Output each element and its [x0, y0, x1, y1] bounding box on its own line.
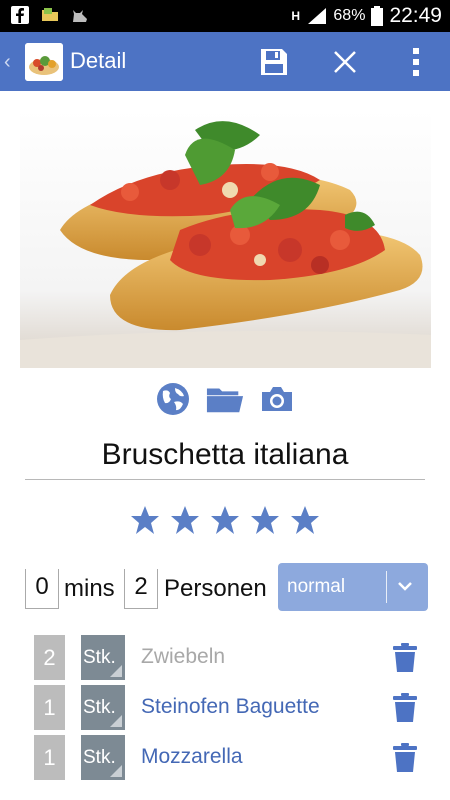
star-icon[interactable] — [290, 505, 320, 535]
recipe-photo[interactable] — [20, 110, 431, 368]
ingredient-row: 2 Stk. Zwiebeln — [0, 635, 450, 681]
star-icon[interactable] — [130, 505, 160, 535]
star-icon[interactable] — [170, 505, 200, 535]
persons-input[interactable]: 2 — [124, 569, 158, 609]
star-icon[interactable] — [250, 505, 280, 535]
dropdown-divider — [386, 571, 387, 603]
globe-icon — [157, 383, 189, 415]
camera-icon — [262, 387, 292, 411]
more-vert-icon — [413, 48, 419, 76]
persons-label: Personen — [164, 575, 267, 602]
gallery-image-button[interactable] — [206, 380, 244, 418]
time-input[interactable]: 0 — [25, 569, 59, 609]
back-chevron-icon[interactable]: ‹ — [4, 51, 11, 74]
close-icon — [334, 51, 356, 73]
ingredient-quantity[interactable]: 1 — [34, 685, 65, 730]
notification-icons — [10, 5, 90, 25]
ingredient-unit[interactable]: Stk. — [81, 735, 125, 780]
ingredient-name[interactable]: Steinofen Baguette — [141, 695, 320, 719]
page-title: Detail — [70, 48, 127, 73]
save-button[interactable] — [252, 40, 296, 84]
ingredient-name[interactable]: Zwiebeln — [141, 645, 225, 669]
app-bar: ‹ Detail — [0, 32, 450, 91]
folder-icon — [42, 8, 58, 21]
difficulty-dropdown[interactable]: normal — [278, 563, 428, 611]
trash-icon[interactable] — [392, 743, 418, 773]
ingredient-quantity[interactable]: 2 — [34, 635, 65, 680]
dropdown-corner-icon — [110, 765, 122, 777]
ingredient-unit[interactable]: Stk. — [81, 635, 125, 680]
dropdown-corner-icon — [110, 715, 122, 727]
battery-percent: 68% — [333, 7, 366, 24]
trash-icon[interactable] — [392, 643, 418, 673]
app-logo[interactable] — [25, 43, 63, 81]
web-image-button[interactable] — [154, 380, 192, 418]
close-button[interactable] — [323, 40, 367, 84]
clock: 22:49 — [389, 4, 442, 27]
cat-icon — [73, 10, 87, 22]
chevron-down-icon — [398, 582, 412, 591]
signal-icon — [308, 8, 327, 24]
ingredient-quantity[interactable]: 1 — [34, 735, 65, 780]
dropdown-corner-icon — [110, 665, 122, 677]
save-icon — [261, 49, 287, 75]
status-indicators: H 68% 22:49 — [291, 0, 442, 32]
ingredient-name[interactable]: Mozzarella — [141, 745, 243, 769]
ingredient-unit[interactable]: Stk. — [81, 685, 125, 730]
recipe-title-field[interactable]: Bruschetta italiana — [25, 430, 425, 480]
ingredient-row: 1 Stk. Mozzarella — [0, 735, 450, 781]
recipe-meta-row: 0 mins 2 Personen normal — [0, 563, 450, 611]
overflow-menu-button[interactable] — [394, 40, 438, 84]
camera-image-button[interactable] — [258, 380, 296, 418]
star-icon[interactable] — [210, 505, 240, 535]
image-source-bar — [0, 380, 450, 418]
status-bar: H 68% 22:49 — [0, 0, 450, 32]
ingredient-row: 1 Stk. Steinofen Baguette — [0, 685, 450, 731]
trash-icon[interactable] — [392, 693, 418, 723]
difficulty-value: normal — [287, 576, 346, 597]
network-type: H — [291, 8, 301, 23]
rating-stars[interactable] — [0, 505, 450, 535]
folder-icon — [206, 388, 244, 413]
battery-icon — [371, 6, 384, 26]
facebook-icon — [11, 6, 29, 24]
time-unit-label: mins — [64, 575, 115, 602]
